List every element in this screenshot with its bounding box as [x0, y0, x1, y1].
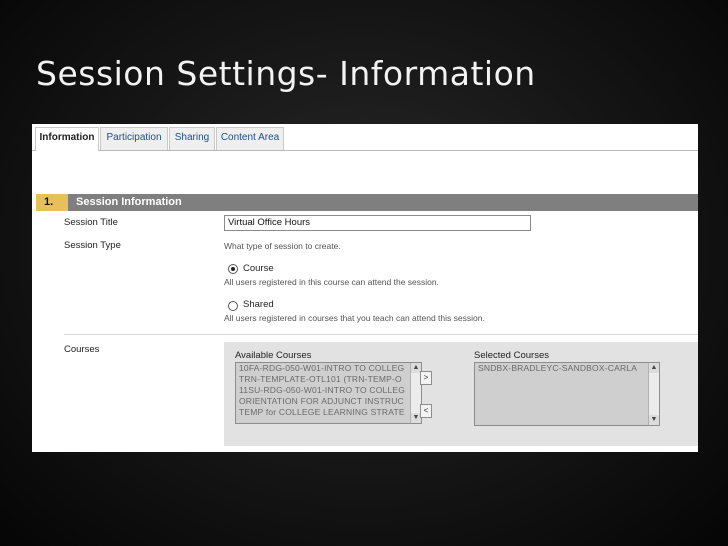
shared-option-description: All users registered in courses that you…: [224, 313, 485, 323]
tab-bar: Information Participation Sharing Conten…: [32, 124, 698, 151]
list-item[interactable]: TRN-TEMPLATE-OTL101 (TRN-TEMP-O: [236, 374, 421, 385]
session-type-description: What type of session to create.: [224, 241, 341, 251]
shared-radio[interactable]: [228, 301, 238, 311]
selected-courses-list[interactable]: SNDBX-BRADLEYC-SANDBOX-CARLA ▲ ▼: [474, 362, 660, 426]
list-item[interactable]: ORIENTATION FOR ADJUNCT INSTRUC: [236, 396, 421, 407]
slide-title: Session Settings- Information: [36, 54, 536, 93]
scroll-down-arrow-icon[interactable]: ▼: [649, 415, 659, 425]
shared-radio-label: Shared: [243, 299, 274, 310]
courses-panel: Available Courses 10FA-RDG-050-W01-INTRO…: [224, 342, 698, 446]
list-item[interactable]: TEMP for COLLEGE LEARNING STRATE: [236, 407, 421, 418]
section-title: Session Information: [76, 196, 182, 208]
available-courses-list[interactable]: 10FA-RDG-050-W01-INTRO TO COLLEG TRN-TEM…: [235, 362, 422, 424]
list-item[interactable]: 10FA-RDG-050-W01-INTRO TO COLLEG: [236, 363, 421, 374]
tab-participation[interactable]: Participation: [100, 127, 168, 150]
scroll-up-arrow-icon[interactable]: ▲: [649, 363, 659, 373]
session-title-label: Session Title: [64, 217, 118, 228]
remove-course-button[interactable]: <: [420, 404, 432, 418]
session-title-input[interactable]: Virtual Office Hours: [224, 215, 531, 231]
list-item[interactable]: 11SU-RDG-050-W01-INTRO TO COLLEG: [236, 385, 421, 396]
tab-content-area[interactable]: Content Area: [216, 127, 284, 150]
course-option-description: All users registered in this course can …: [224, 277, 439, 287]
course-radio-label: Course: [243, 263, 274, 274]
divider: [64, 334, 698, 335]
selected-courses-label: Selected Courses: [474, 350, 549, 361]
available-courses-label: Available Courses: [235, 350, 312, 361]
tab-sharing[interactable]: Sharing: [169, 127, 215, 150]
session-settings-screenshot: Information Participation Sharing Conten…: [32, 124, 698, 452]
step-number-badge: 1.: [36, 194, 68, 211]
add-course-button[interactable]: >: [420, 371, 432, 385]
course-radio[interactable]: [228, 264, 238, 274]
session-type-label: Session Type: [64, 240, 121, 251]
tab-information[interactable]: Information: [35, 127, 99, 151]
scrollbar[interactable]: ▲ ▼: [648, 363, 659, 425]
courses-label: Courses: [64, 344, 100, 355]
list-item[interactable]: SNDBX-BRADLEYC-SANDBOX-CARLA: [475, 363, 659, 374]
